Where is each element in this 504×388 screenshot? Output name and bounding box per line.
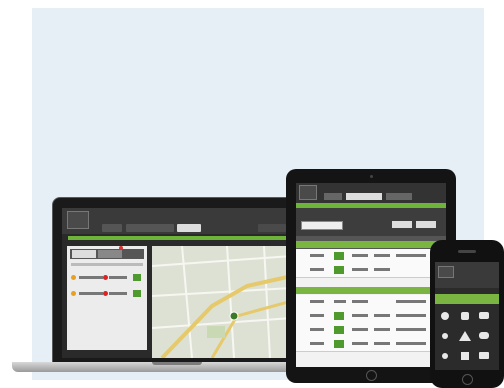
map-roads	[152, 246, 292, 358]
section-header	[296, 287, 446, 294]
filter-select[interactable]	[392, 221, 412, 228]
laptop-screen	[62, 208, 292, 358]
status-icon	[334, 326, 344, 334]
cell	[374, 328, 390, 331]
tablet-camera	[370, 175, 373, 178]
status-icon	[334, 312, 344, 320]
laptop-lid	[52, 197, 302, 363]
cell	[310, 268, 324, 271]
cell	[352, 342, 368, 345]
alert-icon	[459, 331, 471, 341]
status-icon	[334, 252, 344, 260]
cell	[396, 314, 426, 317]
cell	[396, 342, 426, 345]
list-item[interactable]	[71, 274, 143, 282]
status-dot	[71, 291, 76, 296]
status-icon	[334, 340, 344, 348]
phone-home-button[interactable]	[462, 374, 473, 385]
phone-screen	[435, 262, 499, 370]
table-row[interactable]	[296, 295, 446, 310]
table-row[interactable]	[296, 263, 446, 278]
cell	[310, 300, 324, 303]
cell	[310, 254, 324, 257]
side-tab-2[interactable]	[98, 250, 122, 258]
table-row[interactable]	[296, 309, 446, 324]
cell	[310, 342, 324, 345]
table-row[interactable]	[296, 249, 446, 264]
tab-3[interactable]	[386, 193, 412, 200]
phone-speaker	[458, 250, 476, 253]
tab-1[interactable]	[102, 224, 122, 232]
alert-icon	[103, 291, 108, 296]
app-header	[62, 208, 292, 234]
laptop-notch	[152, 362, 202, 365]
action-button[interactable]	[133, 290, 141, 297]
item-name	[79, 292, 103, 295]
item-name	[79, 276, 103, 279]
filter-select[interactable]	[416, 221, 436, 228]
tablet-home-button[interactable]	[366, 370, 377, 381]
app-logo	[299, 185, 317, 200]
map-view[interactable]	[152, 246, 292, 358]
search-input[interactable]	[301, 221, 343, 230]
tablet-screen	[296, 183, 446, 367]
app-logo	[438, 266, 454, 278]
tab-2[interactable]	[126, 224, 174, 232]
cell	[396, 254, 426, 257]
cell	[352, 268, 368, 271]
tab-1[interactable]	[324, 193, 342, 200]
status-icon	[334, 266, 344, 274]
status-dot	[71, 275, 76, 280]
cell	[374, 342, 390, 345]
list-item[interactable]	[71, 290, 143, 298]
phone-icon-grid	[441, 312, 489, 360]
cell	[352, 254, 368, 257]
section-header	[296, 241, 446, 248]
camera-icon	[479, 352, 489, 359]
side-panel	[67, 246, 147, 350]
phone-header	[435, 262, 499, 288]
map-pin-icon	[441, 312, 449, 320]
status-bar	[68, 236, 286, 240]
cell	[352, 328, 368, 331]
cell	[374, 314, 390, 317]
route-icon	[461, 352, 469, 360]
chat-icon	[479, 332, 489, 339]
side-tab-1[interactable]	[72, 250, 96, 258]
tab-2[interactable]	[346, 193, 382, 200]
user-area[interactable]	[258, 224, 286, 232]
alert-dot	[119, 246, 123, 250]
cell	[310, 328, 324, 331]
item-value	[109, 292, 127, 295]
app-logo	[67, 211, 89, 229]
cell	[310, 314, 324, 317]
search-panel	[296, 208, 446, 236]
item-value	[109, 276, 127, 279]
side-tabs	[70, 249, 144, 259]
cell	[334, 300, 346, 303]
cell	[352, 300, 368, 303]
tab-3[interactable]	[177, 224, 201, 232]
phone-device	[430, 240, 504, 388]
laptop-device	[12, 197, 302, 373]
list-header	[71, 263, 143, 266]
cell	[352, 314, 368, 317]
phone-status-bar	[435, 294, 499, 304]
table-row[interactable]	[296, 323, 446, 338]
cell	[396, 300, 426, 303]
alert-icon	[103, 275, 108, 280]
action-button[interactable]	[133, 274, 141, 281]
gear-icon	[461, 312, 469, 320]
car-icon	[479, 312, 489, 319]
cell	[396, 328, 426, 331]
table-row[interactable]	[296, 337, 446, 352]
cell	[374, 268, 390, 271]
user-icon	[442, 353, 448, 359]
cell	[374, 254, 390, 257]
tablet-header	[296, 183, 446, 203]
person-icon	[442, 333, 448, 339]
